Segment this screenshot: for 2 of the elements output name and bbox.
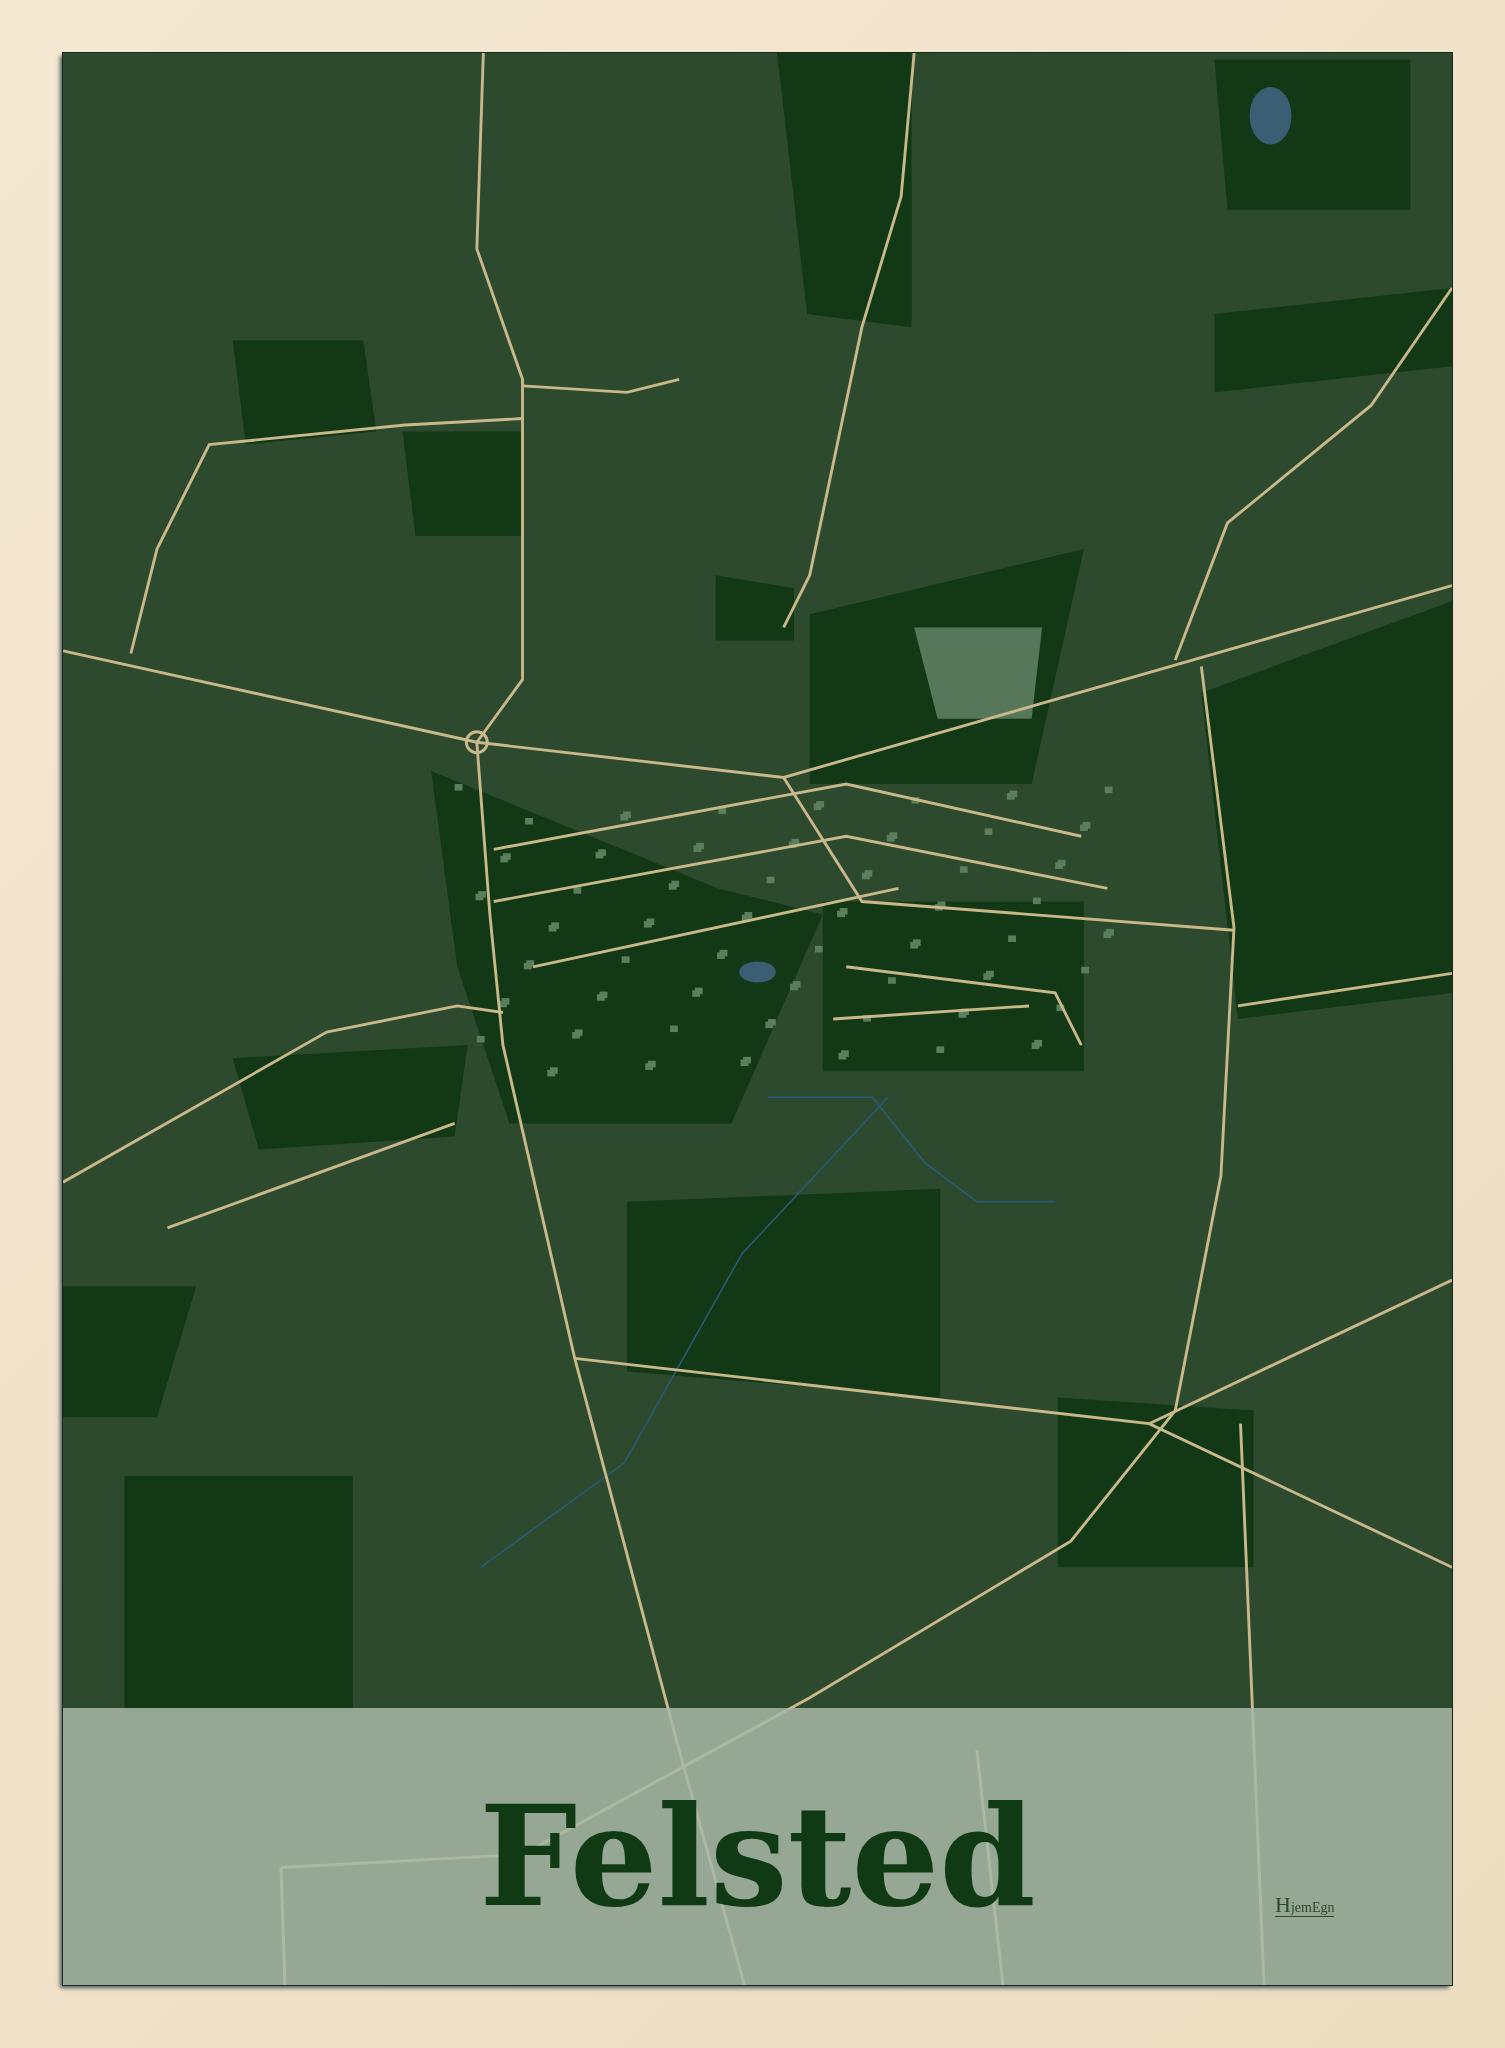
- logo-text: HjemEgn: [1275, 1894, 1335, 1917]
- poster-title: Felsted: [479, 1787, 1036, 1926]
